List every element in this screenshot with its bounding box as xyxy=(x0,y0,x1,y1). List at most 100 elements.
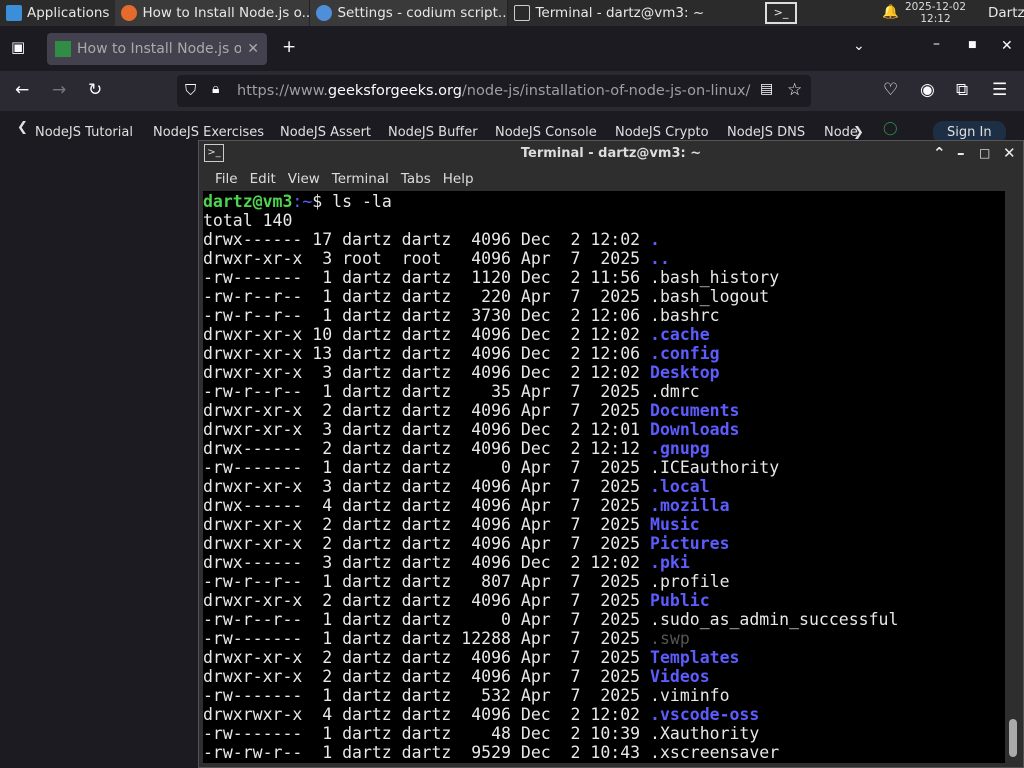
menu-view[interactable]: View xyxy=(282,171,326,187)
menu-icon[interactable]: ☰ xyxy=(992,80,1007,100)
terminal-scrollbar[interactable] xyxy=(1009,719,1017,757)
entry-info: -rw------- 1 dartz dartz 0 Apr 7 2025 xyxy=(203,458,651,477)
nav-link[interactable]: NodeJS DNS xyxy=(727,125,805,140)
reader-view-icon[interactable]: ▤ xyxy=(760,81,773,97)
close-window-icon[interactable]: ✕ xyxy=(1001,38,1013,54)
menu-tabs[interactable]: Tabs xyxy=(395,171,437,187)
entry-name: .local xyxy=(650,477,710,496)
entry-info: drwxr-xr-x 13 dartz dartz 4096 Dec 2 12:… xyxy=(203,344,651,363)
entry-name: Pictures xyxy=(650,534,730,553)
entry-info: drwxr-xr-x 3 root root 4096 Apr 7 2025 xyxy=(203,249,651,268)
terminal-titlebar[interactable]: >_ Terminal - dartz@vm3: ~ ⌃ – □ ✕ xyxy=(199,141,1023,166)
entry-name: .xscreensaver xyxy=(650,743,780,762)
ls-entry: -rw-r--r-- 1 dartz dartz 0 Apr 7 2025 .s… xyxy=(203,610,1005,629)
entry-info: drwxr-xr-x 2 dartz dartz 4096 Apr 7 2025 xyxy=(203,667,651,686)
ls-entry: drwxr-xr-x 10 dartz dartz 4096 Dec 2 12:… xyxy=(203,325,1005,344)
entry-info: drwx------ 3 dartz dartz 4096 Dec 2 12:0… xyxy=(203,553,651,572)
prompt-line: dartz@vm3:~$ ls -la xyxy=(203,192,392,211)
pocket-icon[interactable]: ♡ xyxy=(883,80,898,100)
entry-info: drwxr-xr-x 2 dartz dartz 4096 Apr 7 2025 xyxy=(203,515,651,534)
close-tab-icon[interactable]: ✕ xyxy=(247,41,259,57)
entry-info: -rw------- 1 dartz dartz 1120 Dec 2 11:5… xyxy=(203,268,651,287)
entry-name: .gnupg xyxy=(650,439,710,458)
nav-link[interactable]: NodeJS Exercises xyxy=(153,125,264,140)
entry-name: .. xyxy=(650,249,670,268)
entry-info: -rw-r--r-- 1 dartz dartz 807 Apr 7 2025 xyxy=(203,572,651,591)
ls-entry: drwxr-xr-x 3 dartz dartz 4096 Apr 7 2025… xyxy=(203,477,1005,496)
ls-entry: -rw------- 1 dartz dartz 0 Apr 7 2025 .I… xyxy=(203,458,1005,477)
ls-entry: drwx------ 2 dartz dartz 4096 Dec 2 12:1… xyxy=(203,439,1005,458)
reload-icon[interactable]: ↻ xyxy=(88,80,102,100)
terminal-launcher-icon[interactable]: >_ xyxy=(765,2,797,24)
entry-info: drwxr-xr-x 10 dartz dartz 4096 Dec 2 12:… xyxy=(203,325,651,344)
entry-info: drwx------ 4 dartz dartz 4096 Apr 7 2025 xyxy=(203,496,651,515)
entry-name: .vscode-oss xyxy=(650,705,760,724)
entry-name: Music xyxy=(650,515,700,534)
task-codium[interactable]: Settings - codium script... xyxy=(310,0,509,26)
back-icon[interactable]: ← xyxy=(15,80,29,100)
entry-info: drwxr-xr-x 2 dartz dartz 4096 Apr 7 2025 xyxy=(203,591,651,610)
ls-entry: drwxr-xr-x 3 dartz dartz 4096 Dec 2 12:0… xyxy=(203,363,1005,382)
forward-icon[interactable]: → xyxy=(52,80,66,100)
shade-icon[interactable]: ⌃ xyxy=(933,144,946,162)
maximize-icon[interactable]: □ xyxy=(979,146,990,160)
entry-name: Desktop xyxy=(650,363,720,382)
ls-entry: -rw------- 1 dartz dartz 532 Apr 7 2025 … xyxy=(203,686,1005,705)
terminal-output[interactable]: dartz@vm3:~$ ls -la total 140 drwx------ 1… xyxy=(203,191,1005,763)
entry-name: .profile xyxy=(650,572,730,591)
terminal-menubar: File Edit View Terminal Tabs Help xyxy=(199,166,1023,191)
bookmark-star-icon[interactable]: ☆ xyxy=(787,80,802,100)
entry-name: .ICEauthority xyxy=(650,458,780,477)
nav-link[interactable]: NodeJS Assert xyxy=(280,125,371,140)
clock[interactable]: 2025-12-02 12:12 xyxy=(905,1,966,25)
maximize-icon[interactable]: ■ xyxy=(968,40,977,50)
ls-entry: -rw------- 1 dartz dartz 1120 Dec 2 11:5… xyxy=(203,268,1005,287)
nav-next-icon[interactable]: ❯ xyxy=(853,125,864,140)
entry-info: drwx------ 2 dartz dartz 4096 Dec 2 12:1… xyxy=(203,439,651,458)
tab-manager-icon[interactable]: ▣ xyxy=(11,38,25,56)
search-icon[interactable]: ◯ xyxy=(883,121,898,136)
list-tabs-icon[interactable]: ⌄ xyxy=(853,38,865,54)
entry-name: Downloads xyxy=(650,420,740,439)
ls-entry: drwxr-xr-x 3 dartz dartz 4096 Dec 2 12:0… xyxy=(203,420,1005,439)
new-tab-icon[interactable]: + xyxy=(282,37,296,57)
nav-prev-icon[interactable]: ❮ xyxy=(17,120,28,135)
tab-active[interactable]: How to Install Node.js on ✕ xyxy=(47,33,267,65)
menu-file[interactable]: File xyxy=(209,171,244,187)
entry-name: .Xauthority xyxy=(650,724,760,743)
nav-link[interactable]: NodeJS Buffer xyxy=(388,125,478,140)
url-bar[interactable]: ⛉ 🔒︎ https://www. geeksforgeeks.org/node-… xyxy=(177,75,811,107)
menu-help[interactable]: Help xyxy=(437,171,480,187)
menu-edit[interactable]: Edit xyxy=(244,171,282,187)
ls-entry: drwxr-xr-x 2 dartz dartz 4096 Apr 7 2025… xyxy=(203,534,1005,553)
terminal-window: >_ Terminal - dartz@vm3: ~ ⌃ – □ ✕ File … xyxy=(198,140,1024,768)
entry-info: -rw------- 1 dartz dartz 48 Dec 2 10:39 xyxy=(203,724,651,743)
notification-bell-icon[interactable]: 🔔 xyxy=(882,4,899,20)
task-firefox[interactable]: How to Install Node.js o... xyxy=(115,0,311,26)
entry-name: .dmrc xyxy=(650,382,700,401)
applications-menu[interactable]: Applications xyxy=(0,0,115,26)
nav-link[interactable]: NodeJS Console xyxy=(495,125,597,140)
minimize-icon[interactable]: – xyxy=(957,144,965,162)
shield-icon[interactable]: ⛉ xyxy=(185,81,196,99)
entry-info: drwx------ 17 dartz dartz 4096 Dec 2 12:… xyxy=(203,230,651,249)
nav-link[interactable]: NodeJS Tutorial xyxy=(35,125,133,140)
extensions-icon[interactable]: ⧉ xyxy=(956,80,968,100)
entry-name: .swp xyxy=(650,629,690,648)
entry-info: -rw-r--r-- 1 dartz dartz 220 Apr 7 2025 xyxy=(203,287,651,306)
ls-entry: drwxr-xr-x 13 dartz dartz 4096 Dec 2 12:… xyxy=(203,344,1005,363)
menu-terminal[interactable]: Terminal xyxy=(326,171,395,187)
task-terminal[interactable]: Terminal - dartz@vm3: ~ xyxy=(508,0,708,26)
ls-entry: drwxr-xr-x 2 dartz dartz 4096 Apr 7 2025… xyxy=(203,401,1005,420)
codium-icon xyxy=(316,5,333,21)
nav-link[interactable]: NodeJS Crypto xyxy=(615,125,709,140)
minimize-icon[interactable]: – xyxy=(933,36,940,52)
ls-entry: -rw------- 1 dartz dartz 12288 Apr 7 202… xyxy=(203,629,1005,648)
account-icon[interactable]: ◉ xyxy=(920,80,935,100)
user-menu[interactable]: Dartz xyxy=(988,5,1024,21)
close-icon[interactable]: ✕ xyxy=(1003,144,1016,162)
ls-entry: -rw-r--r-- 1 dartz dartz 3730 Dec 2 12:0… xyxy=(203,306,1005,325)
lock-icon[interactable]: 🔒︎ xyxy=(212,81,219,97)
entry-info: drwxr-xr-x 2 dartz dartz 4096 Apr 7 2025 xyxy=(203,648,651,667)
entry-name: Public xyxy=(650,591,710,610)
